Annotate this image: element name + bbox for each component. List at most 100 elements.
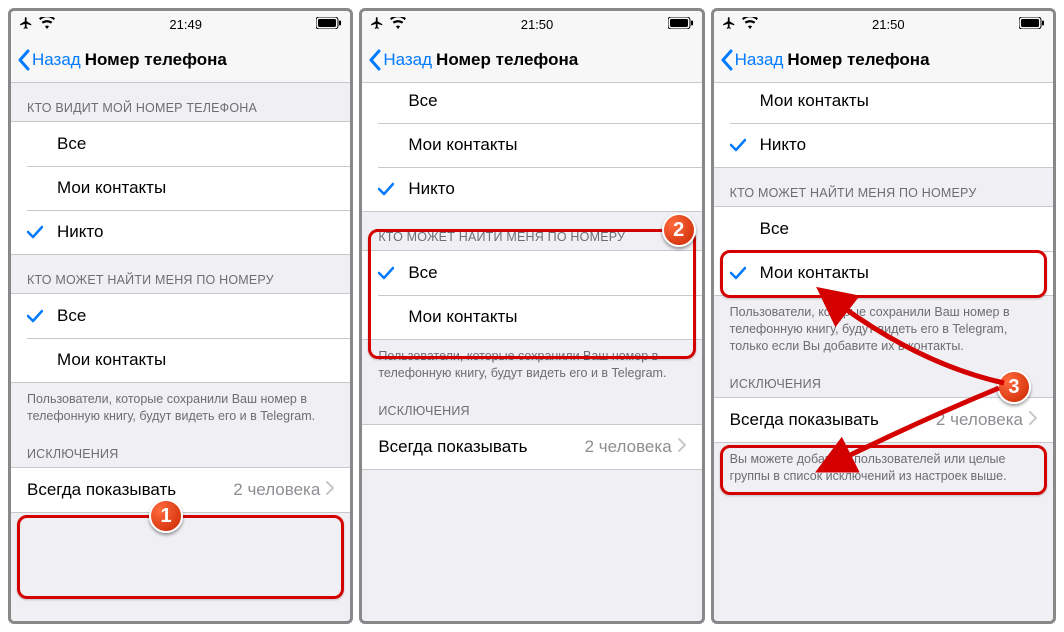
who-finds-list: Все Мои контакты [714,206,1053,296]
status-bar: 21:50 [362,11,701,37]
option-contacts[interactable]: Мои контакты [362,123,701,167]
option-label: Все [57,306,334,326]
status-time: 21:49 [169,17,202,32]
back-label: Назад [32,50,81,70]
who-finds-header: КТО МОЖЕТ НАЙТИ МЕНЯ ПО НОМЕРУ [362,212,701,250]
check-icon [27,225,57,239]
option-label: Мои контакты [57,178,334,198]
chevron-left-icon [720,49,733,71]
back-button[interactable]: Назад [720,49,784,71]
option-label: Все [408,91,685,111]
exceptions-header: ИСКЛЮЧЕНИЯ [11,429,350,467]
check-icon [378,266,408,280]
option-label: Мои контакты [408,135,685,155]
wifi-icon [742,17,758,32]
airplane-icon [722,16,736,33]
battery-icon [316,17,342,32]
row-detail: 2 человека [936,410,1023,430]
row-detail: 2 человека [233,480,320,500]
phone-screen-3: 21:50 Назад Номер телефона Мои контакты … [711,8,1056,624]
wifi-icon [39,17,55,32]
back-button[interactable]: Назад [17,49,81,71]
option-nobody[interactable]: Никто [362,167,701,211]
row-label: Всегда показывать [730,410,936,430]
nav-bar: Назад Номер телефона [11,37,350,83]
check-icon [27,309,57,323]
row-label: Всегда показывать [378,437,584,457]
option-label: Мои контакты [57,350,334,370]
check-icon [730,266,760,280]
back-label: Назад [735,50,784,70]
who-finds-footer: Пользователи, которые сохранили Ваш номе… [362,340,701,386]
status-time: 21:50 [872,17,905,32]
option-label: Все [408,263,685,283]
option-label: Все [760,219,1037,239]
option-contacts[interactable]: Мои контакты [714,83,1053,123]
page-title: Номер телефона [787,50,929,70]
row-detail: 2 человека [585,437,672,457]
who-finds-footer: Пользователи, которые сохранили Ваш номе… [11,383,350,429]
nav-bar: Назад Номер телефона [714,37,1053,83]
check-icon [378,182,408,196]
chevron-left-icon [17,49,30,71]
who-finds-header: КТО МОЖЕТ НАЙТИ МЕНЯ ПО НОМЕРУ [11,255,350,293]
status-bar: 21:49 [11,11,350,37]
chevron-left-icon [368,49,381,71]
chevron-right-icon [326,480,334,500]
status-time: 21:50 [521,17,554,32]
status-bar: 21:50 [714,11,1053,37]
battery-icon [668,17,694,32]
option-all[interactable]: Все [362,83,701,123]
airplane-icon [370,16,384,33]
exceptions-list: Всегда показывать 2 человека [714,397,1053,443]
exceptions-header: ИСКЛЮЧЕНИЯ [714,359,1053,397]
exceptions-footer: Вы можете добавить пользователей или цел… [714,443,1053,489]
phone-screen-2: 21:50 Назад Номер телефона Все Мои конта… [359,8,704,624]
who-finds-footer: Пользователи, которые сохранили Ваш номе… [714,296,1053,359]
check-icon [730,138,760,152]
exceptions-list: Всегда показывать 2 человека [11,467,350,513]
exceptions-list: Всегда показывать 2 человека [362,424,701,470]
option-contacts[interactable]: Мои контакты [11,338,350,382]
option-nobody[interactable]: Никто [714,123,1053,167]
phone-screen-1: 21:49 Назад Номер телефона КТО ВИДИТ МОЙ… [8,8,353,624]
always-show-row[interactable]: Всегда показывать 2 человека [714,398,1053,442]
who-finds-list: Все Мои контакты [362,250,701,340]
who-sees-list: Все Мои контакты Никто [11,121,350,255]
option-label: Никто [760,135,1037,155]
annotation-highlight-1 [17,515,344,599]
option-all[interactable]: Все [11,122,350,166]
option-label: Мои контакты [760,91,1037,111]
who-sees-list: Все Мои контакты Никто [362,83,701,212]
wifi-icon [390,17,406,32]
option-label: Никто [408,179,685,199]
back-button[interactable]: Назад [368,49,432,71]
option-label: Никто [57,222,334,242]
always-show-row[interactable]: Всегда показывать 2 человека [362,425,701,469]
airplane-icon [19,16,33,33]
option-all[interactable]: Все [11,294,350,338]
back-label: Назад [383,50,432,70]
chevron-right-icon [1029,410,1037,430]
page-title: Номер телефона [436,50,578,70]
chevron-right-icon [678,437,686,457]
who-finds-list: Все Мои контакты [11,293,350,383]
option-contacts[interactable]: Мои контакты [362,295,701,339]
option-contacts[interactable]: Мои контакты [11,166,350,210]
who-sees-header: КТО ВИДИТ МОЙ НОМЕР ТЕЛЕФОНА [11,83,350,121]
option-label: Все [57,134,334,154]
always-show-row[interactable]: Всегда показывать 2 человека [11,468,350,512]
row-label: Всегда показывать [27,480,233,500]
nav-bar: Назад Номер телефона [362,37,701,83]
option-label: Мои контакты [408,307,685,327]
option-nobody[interactable]: Никто [11,210,350,254]
page-title: Номер телефона [85,50,227,70]
exceptions-header: ИСКЛЮЧЕНИЯ [362,386,701,424]
battery-icon [1019,17,1045,32]
option-label: Мои контакты [760,263,1037,283]
option-all[interactable]: Все [362,251,701,295]
who-sees-partial-list: Мои контакты Никто [714,83,1053,168]
option-contacts[interactable]: Мои контакты [714,251,1053,295]
who-finds-header: КТО МОЖЕТ НАЙТИ МЕНЯ ПО НОМЕРУ [714,168,1053,206]
option-all[interactable]: Все [714,207,1053,251]
